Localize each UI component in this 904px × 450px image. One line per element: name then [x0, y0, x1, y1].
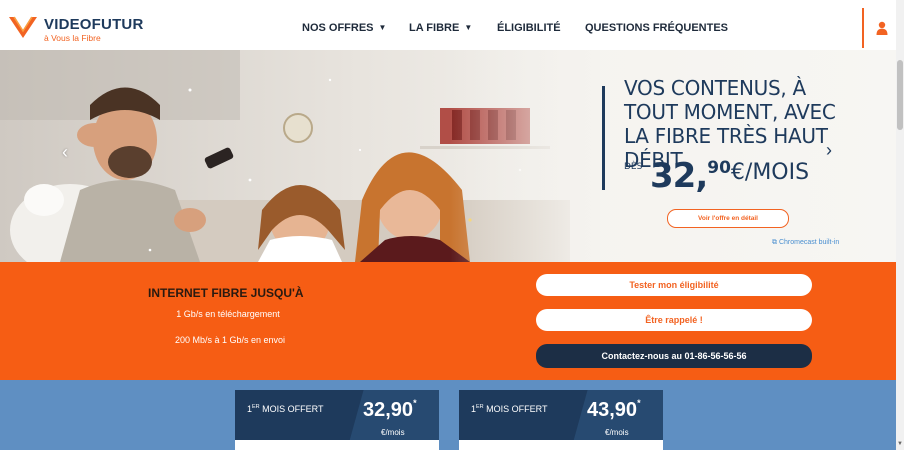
offer-label-text: MOIS OFFERT: [262, 404, 324, 414]
offer-label-text: MOIS OFFERT: [486, 404, 548, 414]
logo-wordmark: VIDEOFUTUR: [44, 16, 144, 33]
page-scrollbar[interactable]: ▼: [896, 0, 904, 450]
user-icon: [876, 21, 888, 35]
carousel-prev-icon[interactable]: ‹: [62, 142, 68, 163]
offer-price-value: 43,90: [587, 399, 638, 421]
nav-eligibilite[interactable]: ÉLIGIBILITÉ: [497, 22, 561, 34]
chromecast-label: Chromecast built-in: [778, 239, 840, 246]
account-button[interactable]: [862, 8, 898, 48]
offer-price-unit: €/mois: [605, 428, 629, 437]
fiber-speed-band: INTERNET FIBRE JUSQU'À 1 Gb/s en télécha…: [0, 262, 896, 380]
hero-price-main: 32,: [650, 156, 708, 196]
hero-accent-rule: [602, 86, 605, 190]
videofutur-v-logo-icon: [9, 16, 37, 38]
nav-nos-offres-label: NOS OFFRES: [302, 22, 374, 34]
upload-speed-text: 200 Mb/s à 1 Gb/s en envoi: [174, 335, 286, 345]
hero-from-label: DÈS: [624, 162, 643, 172]
band-title: INTERNET FIBRE JUSQU'À: [148, 286, 304, 300]
offers-section: 1ER MOIS OFFERT 32,90* €/mois 1ER MOIS O…: [0, 380, 896, 450]
download-speed-text: 1 Gb/s en téléchargement: [176, 309, 280, 319]
contact-phone-button[interactable]: Contactez-nous au 01-86-56-56-56: [536, 344, 812, 368]
offer-label: 1ER MOIS OFFERT: [471, 404, 548, 414]
nav-faq-label: QUESTIONS FRÉQUENTES: [585, 22, 729, 34]
hero-price-unit: €/MOIS: [730, 160, 810, 185]
offer-price-value: 32,90: [363, 399, 414, 421]
logo-tagline: à Vous la Fibre: [44, 33, 101, 43]
nav-nos-offres[interactable]: NOS OFFRES ▼: [302, 22, 386, 34]
chevron-down-icon: ▼: [378, 23, 387, 32]
videofutur-logo[interactable]: VIDEOFUTUR à Vous la Fibre: [8, 12, 148, 43]
scroll-down-arrow-icon[interactable]: ▼: [896, 440, 904, 448]
offer-price-asterisk: *: [637, 398, 641, 408]
nav-questions-frequentes[interactable]: QUESTIONS FRÉQUENTES: [585, 22, 728, 34]
top-navbar: VIDEOFUTUR à Vous la Fibre NOS OFFRES ▼ L…: [0, 0, 898, 51]
offer-price-unit: €/mois: [381, 428, 405, 437]
chevron-down-icon: ▼: [464, 23, 473, 32]
hero-price: 32,90€/MOIS: [650, 156, 809, 196]
nav-la-fibre-label: LA FIBRE: [409, 22, 460, 34]
carousel-next-icon[interactable]: ›: [826, 140, 832, 161]
offer-card-body: [235, 440, 439, 450]
offer-card[interactable]: 1ER MOIS OFFERT 32,90* €/mois: [235, 390, 439, 450]
offer-card[interactable]: 1ER MOIS OFFERT 43,90* €/mois: [459, 390, 663, 450]
chromecast-badge: ⧉ Chromecast built-in: [772, 239, 839, 247]
offer-details-button[interactable]: Voir l'offre en détail: [667, 209, 789, 228]
offer-label-sup: ER: [476, 404, 484, 410]
offer-price-asterisk: *: [413, 398, 417, 408]
test-eligibility-button[interactable]: Tester mon éligibilité: [536, 274, 812, 296]
cast-icon: ⧉: [772, 239, 777, 246]
callback-button[interactable]: Être rappelé !: [536, 309, 812, 331]
nav-eligibilite-label: ÉLIGIBILITÉ: [497, 22, 561, 34]
hero-price-cents: 90: [707, 158, 731, 178]
offer-price: 43,90*: [587, 398, 641, 422]
offer-label: 1ER MOIS OFFERT: [247, 404, 324, 414]
family-hero-image: [0, 50, 600, 262]
scrollbar-thumb[interactable]: [897, 60, 903, 130]
hero-carousel: ‹ VOS CONTENUS, À TOUT MOMENT, AVEC LA F…: [0, 50, 896, 262]
offer-price: 32,90*: [363, 398, 417, 422]
offer-card-body: [459, 440, 663, 450]
offer-label-sup: ER: [252, 404, 260, 410]
nav-la-fibre[interactable]: LA FIBRE ▼: [409, 22, 472, 34]
